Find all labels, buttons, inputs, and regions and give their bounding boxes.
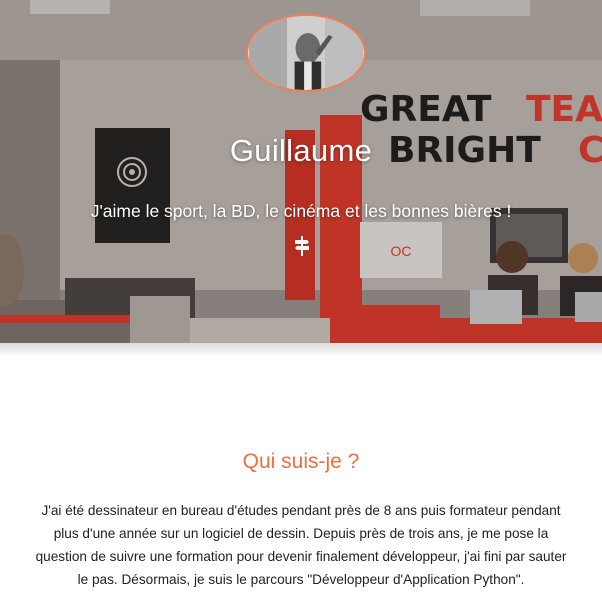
profile-avatar <box>246 14 366 92</box>
about-text: J'ai été dessinateur en bureau d'études … <box>35 503 567 587</box>
about-title: Qui suis-je ? <box>242 450 360 473</box>
hero-tagline: J'aime le sport, la BD, le cinéma et les… <box>90 200 512 221</box>
avatar-portrait <box>249 16 363 90</box>
hero-bottom-shadow <box>0 343 602 357</box>
signpost-icon[interactable] <box>294 236 310 256</box>
hero-name: Guillaume <box>229 132 373 168</box>
hero-banner: OC GREAT BRIGHT TEA C Guillaume J'aime l… <box>0 0 602 343</box>
